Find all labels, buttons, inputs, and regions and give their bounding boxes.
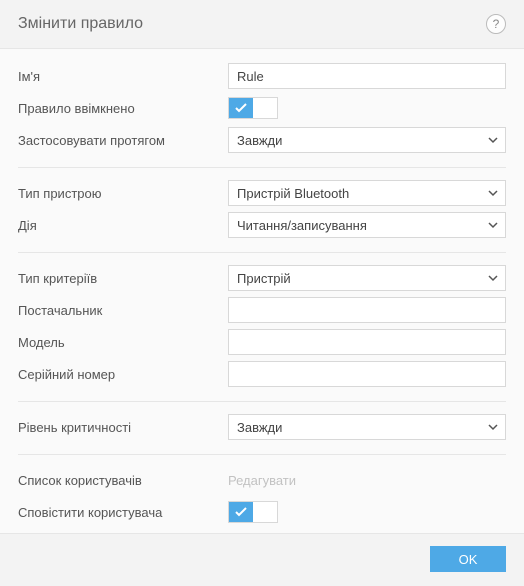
row-name: Ім'я <box>18 61 506 91</box>
notify-toggle[interactable] <box>228 501 278 523</box>
row-action: Дія Читання/записування <box>18 210 506 240</box>
name-label: Ім'я <box>18 69 228 84</box>
row-apply-during: Застосовувати протягом Завжди <box>18 125 506 155</box>
row-vendor: Постачальник <box>18 295 506 325</box>
severity-select[interactable]: Завжди <box>228 414 506 440</box>
severity-label: Рівень критичності <box>18 420 228 435</box>
row-notify: Сповістити користувача <box>18 497 506 527</box>
row-enabled: Правило ввімкнено <box>18 93 506 123</box>
apply-during-value: Завжди <box>237 133 282 148</box>
chevron-down-icon <box>487 187 499 199</box>
dialog-footer: OK <box>0 533 524 586</box>
dialog-content: Ім'я Правило ввімкнено Застосовувати про… <box>0 49 524 533</box>
action-value: Читання/записування <box>237 218 367 233</box>
criteria-type-select[interactable]: Пристрій <box>228 265 506 291</box>
action-label: Дія <box>18 218 228 233</box>
apply-during-select[interactable]: Завжди <box>228 127 506 153</box>
apply-during-label: Застосовувати протягом <box>18 133 228 148</box>
ok-button[interactable]: OK <box>430 546 506 572</box>
user-list-label: Список користувачів <box>18 473 228 488</box>
row-device-type: Тип пристрою Пристрій Bluetooth <box>18 178 506 208</box>
notify-label: Сповістити користувача <box>18 505 228 520</box>
vendor-label: Постачальник <box>18 303 228 318</box>
divider <box>18 252 506 253</box>
dialog-title: Змінити правило <box>18 15 143 33</box>
model-label: Модель <box>18 335 228 350</box>
device-type-select[interactable]: Пристрій Bluetooth <box>228 180 506 206</box>
row-serial: Серійний номер <box>18 359 506 389</box>
vendor-input[interactable] <box>228 297 506 323</box>
model-input[interactable] <box>228 329 506 355</box>
serial-input[interactable] <box>228 361 506 387</box>
check-icon <box>229 98 253 118</box>
row-severity: Рівень критичності Завжди <box>18 412 506 442</box>
severity-value: Завжди <box>237 420 282 435</box>
enabled-toggle[interactable] <box>228 97 278 119</box>
criteria-type-label: Тип критеріїв <box>18 271 228 286</box>
row-criteria-type: Тип критеріїв Пристрій <box>18 263 506 293</box>
device-type-label: Тип пристрою <box>18 186 228 201</box>
row-user-list: Список користувачів Редагувати <box>18 465 506 495</box>
device-type-value: Пристрій Bluetooth <box>237 186 349 201</box>
enabled-label: Правило ввімкнено <box>18 101 228 116</box>
row-model: Модель <box>18 327 506 357</box>
chevron-down-icon <box>487 421 499 433</box>
check-icon <box>229 502 253 522</box>
divider <box>18 401 506 402</box>
chevron-down-icon <box>487 272 499 284</box>
divider <box>18 167 506 168</box>
toggle-off-half <box>253 98 277 118</box>
action-select[interactable]: Читання/записування <box>228 212 506 238</box>
divider <box>18 454 506 455</box>
criteria-type-value: Пристрій <box>237 271 291 286</box>
toggle-off-half <box>253 502 277 522</box>
help-icon[interactable]: ? <box>486 14 506 34</box>
serial-label: Серійний номер <box>18 367 228 382</box>
dialog-header: Змінити правило ? <box>0 0 524 49</box>
user-list-edit-link: Редагувати <box>228 473 296 488</box>
name-input[interactable] <box>228 63 506 89</box>
chevron-down-icon <box>487 134 499 146</box>
chevron-down-icon <box>487 219 499 231</box>
